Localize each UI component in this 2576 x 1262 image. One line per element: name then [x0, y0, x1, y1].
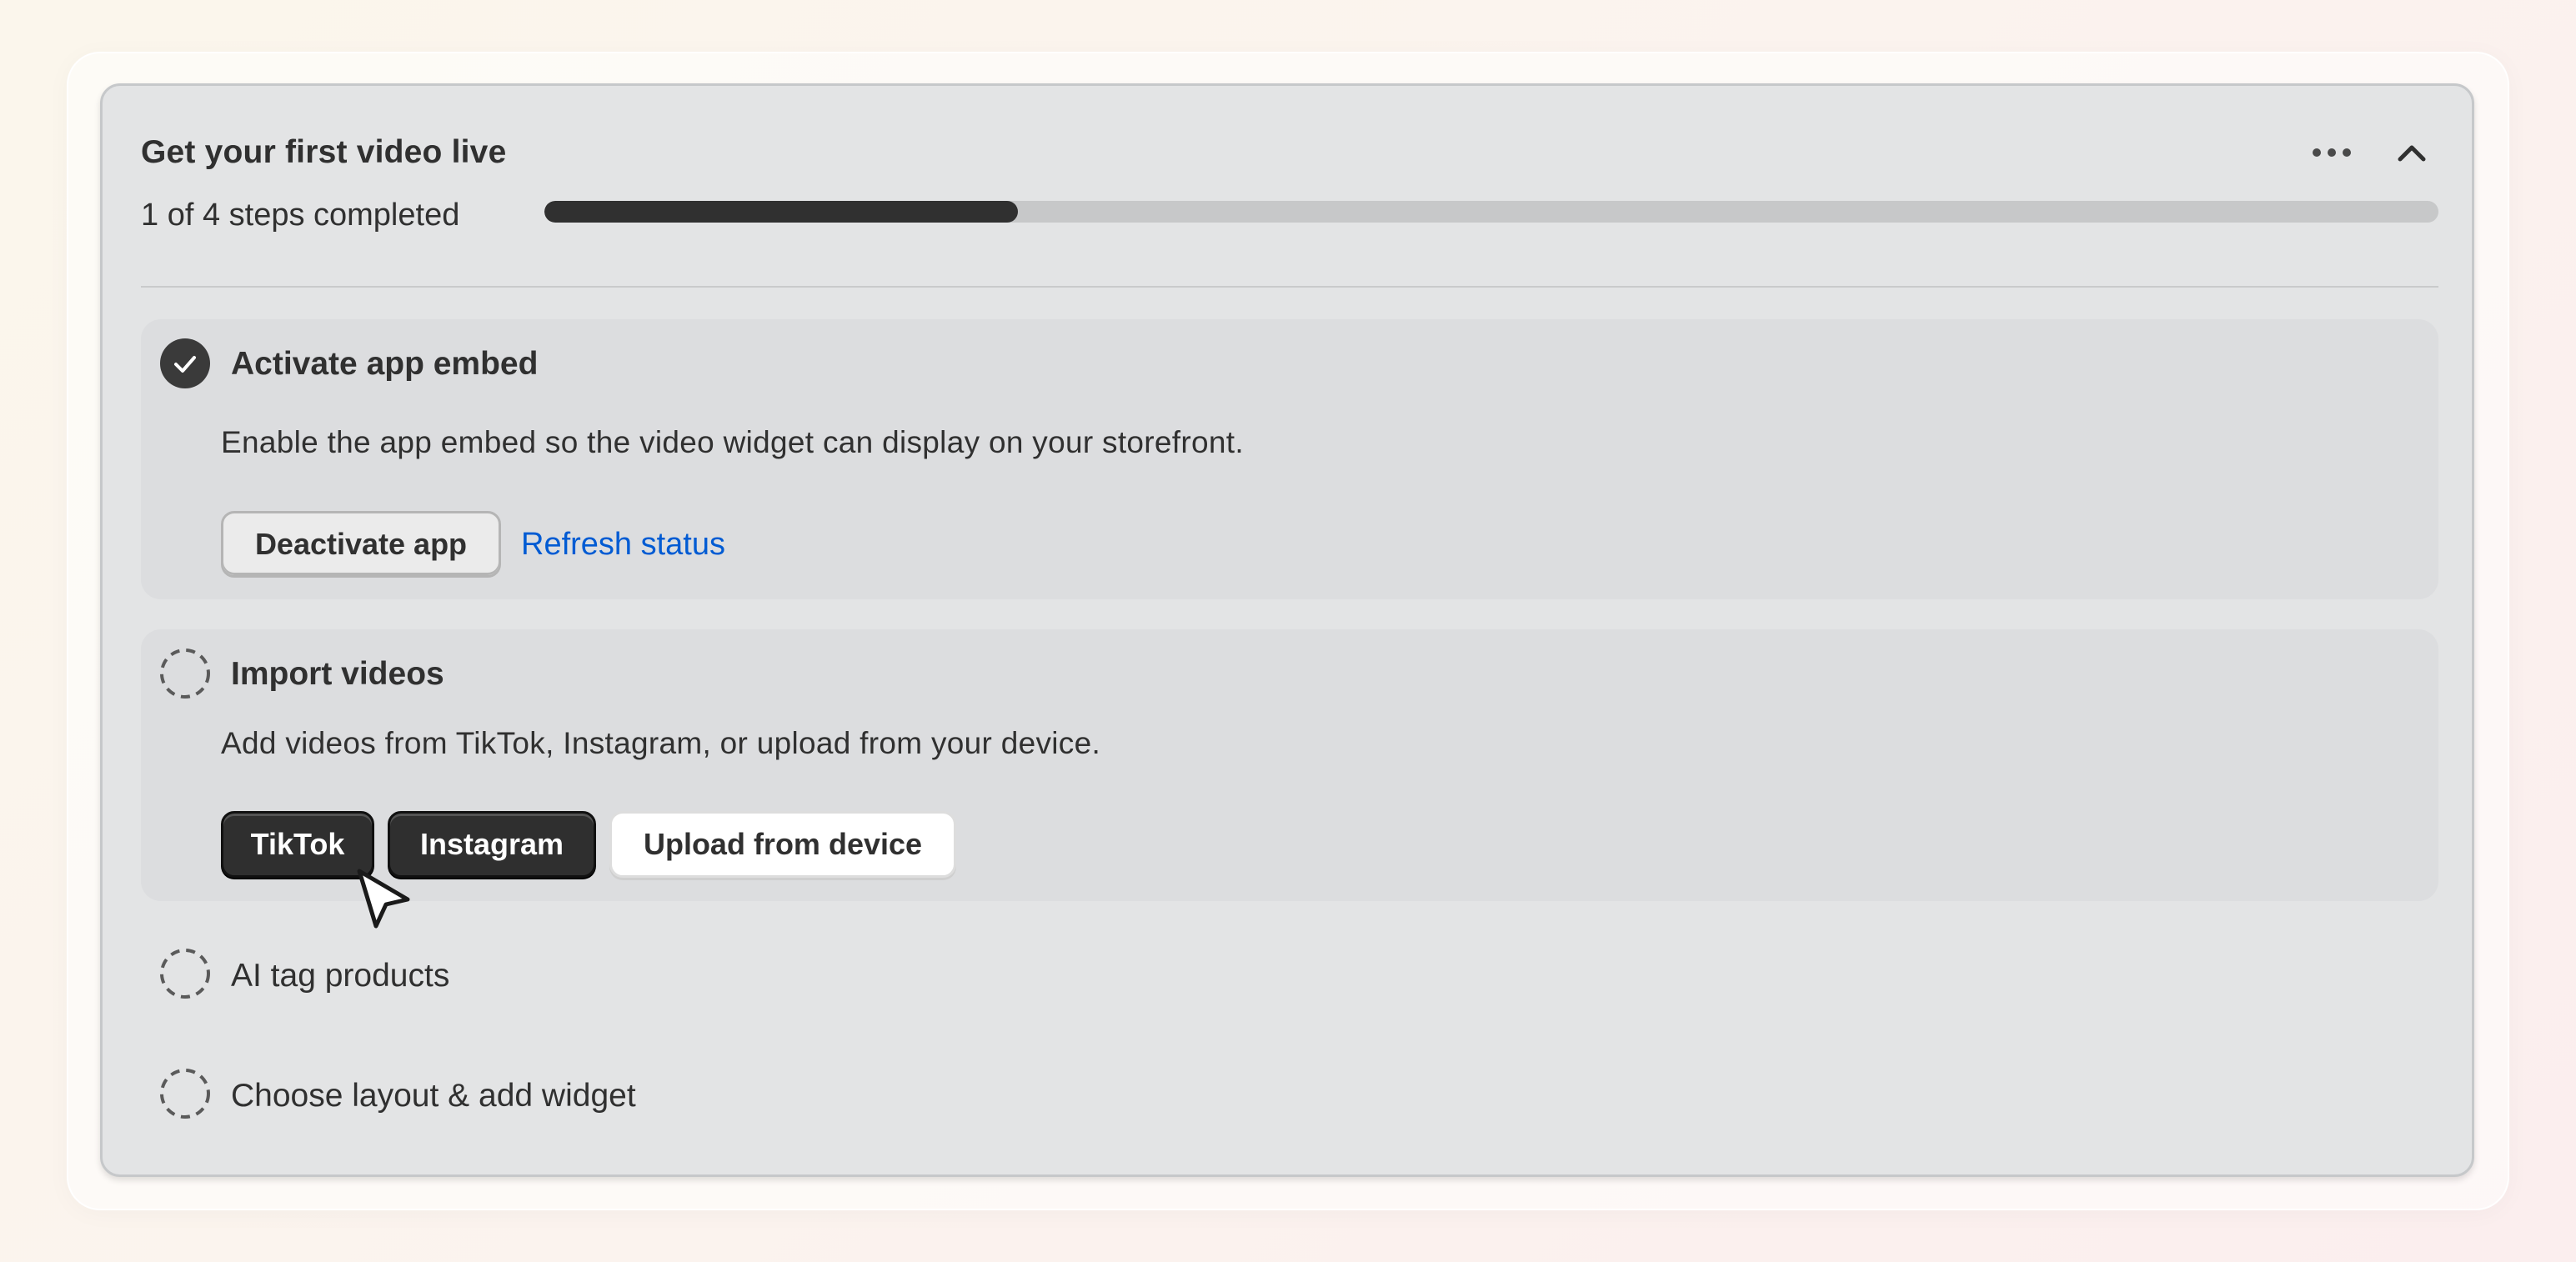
step-ai-tag-products[interactable]: AI tag products — [141, 928, 2438, 1019]
tiktok-button[interactable]: TikTok — [221, 811, 374, 878]
progress-bar-fill — [544, 201, 1018, 223]
progress-bar — [544, 201, 2438, 223]
incomplete-circle-icon — [160, 1069, 210, 1119]
step-activate-app-embed: Activate app embed Enable the app embed … — [141, 319, 2438, 599]
card-title: Get your first video live — [141, 134, 507, 170]
progress-label: 1 of 4 steps completed — [141, 198, 460, 233]
upload-from-device-button[interactable]: Upload from device — [609, 811, 956, 878]
step-title: Import videos — [231, 656, 444, 692]
divider — [141, 286, 2438, 288]
collapse-button[interactable] — [2388, 129, 2435, 176]
step-choose-layout[interactable]: Choose layout & add widget — [141, 1048, 2438, 1139]
card-header-actions — [2308, 129, 2435, 176]
step-title: Activate app embed — [231, 346, 539, 382]
more-horizontal-icon — [2313, 148, 2351, 157]
chevron-up-icon — [2398, 145, 2426, 162]
deactivate-app-button[interactable]: Deactivate app — [221, 511, 501, 578]
mouse-cursor-icon — [357, 869, 410, 929]
step-import-videos: Import videos Add videos from TikTok, In… — [141, 629, 2438, 901]
step-title: Choose layout & add widget — [231, 1078, 636, 1114]
refresh-status-link[interactable]: Refresh status — [521, 527, 725, 563]
incomplete-circle-icon — [160, 949, 210, 999]
more-actions-button[interactable] — [2308, 129, 2355, 176]
step-description: Enable the app embed so the video widget… — [221, 425, 1244, 459]
check-circle-icon — [160, 338, 210, 388]
step-description: Add videos from TikTok, Instagram, or up… — [221, 726, 1101, 760]
step-title: AI tag products — [231, 958, 450, 994]
incomplete-circle-icon — [160, 649, 210, 699]
onboarding-card: Get your first video live 1 of 4 steps c… — [100, 83, 2474, 1177]
